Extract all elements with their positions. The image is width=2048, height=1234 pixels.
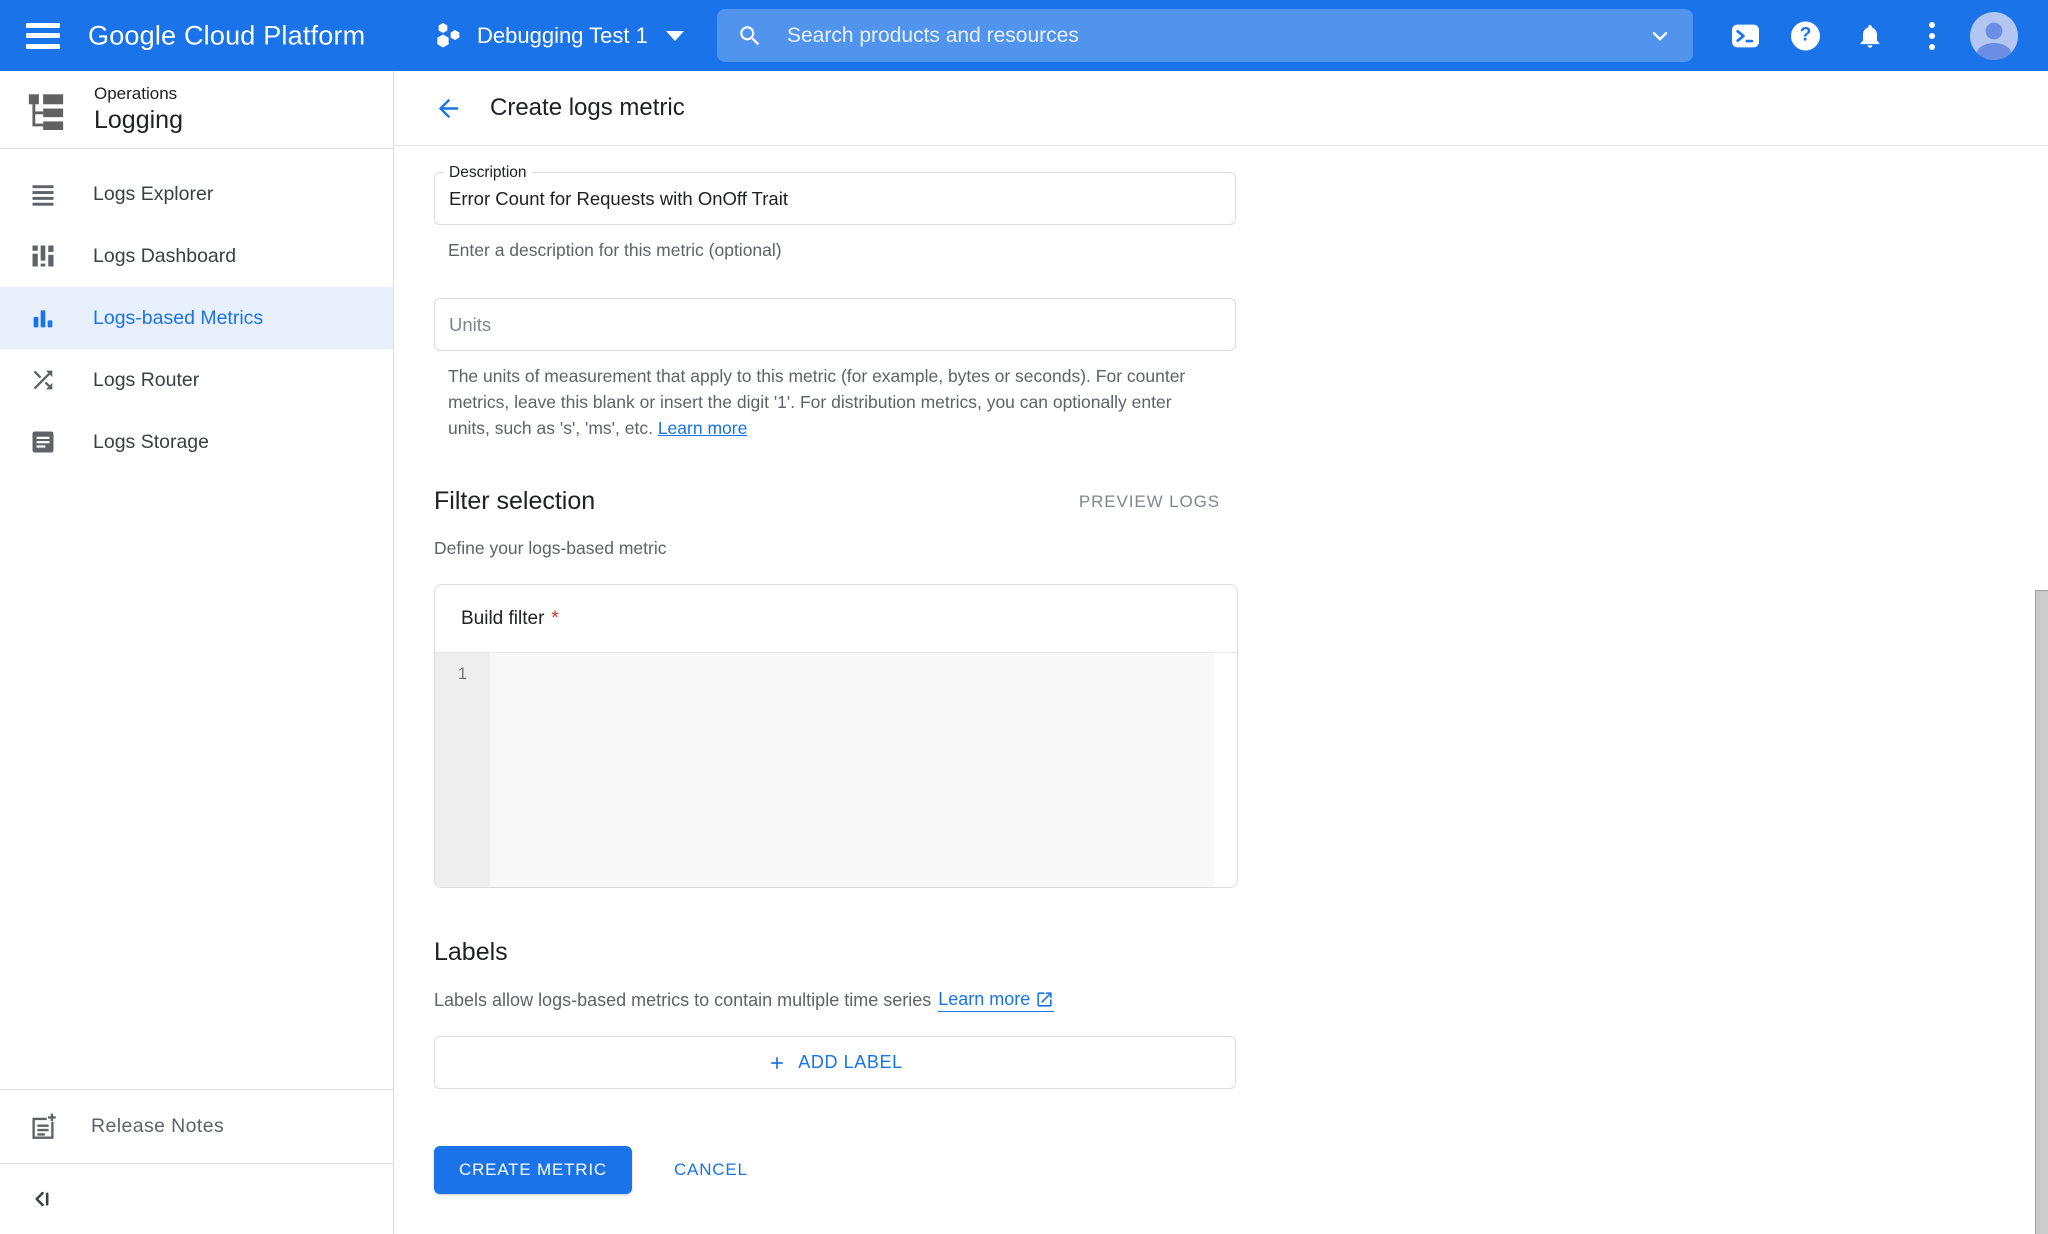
main-content: Create logs metric Description Enter a d… (394, 71, 2048, 1234)
external-link-icon (1035, 990, 1054, 1009)
editor-line-number: 1 (435, 665, 490, 684)
project-icon (433, 21, 463, 51)
sidebar-item-logs-storage[interactable]: Logs Storage (0, 411, 393, 473)
labels-description: Labels allow logs-based metrics to conta… (434, 989, 2048, 1012)
filter-selection-heading: Filter selection (434, 487, 595, 516)
app-header: Google Cloud Platform Debugging Test 1 S… (0, 0, 2048, 71)
logging-icon (26, 90, 66, 130)
logs-explorer-icon (28, 180, 58, 208)
vertical-scrollbar-thumb[interactable] (2035, 590, 2048, 1234)
page-header: Create logs metric (394, 71, 2048, 146)
project-name: Debugging Test 1 (477, 23, 648, 49)
sidebar-title: Logging (94, 106, 183, 135)
project-switcher[interactable]: Debugging Test 1 (433, 0, 684, 71)
hamburger-menu-icon[interactable] (26, 23, 60, 49)
units-input[interactable] (435, 299, 1235, 350)
description-helper-text: Enter a description for this metric (opt… (448, 237, 2048, 263)
sidebar-nav: Logs Explorer Logs Dashboard Logs-base (0, 149, 393, 473)
build-filter-header: Build filter * (435, 585, 1237, 653)
units-field (434, 298, 1236, 351)
editor-line-number-gutter: 1 (435, 653, 490, 887)
units-learn-more-link[interactable]: Learn more (658, 418, 748, 438)
editor-scroll-area (1214, 653, 1237, 887)
sidebar-item-logs-dashboard[interactable]: Logs Dashboard (0, 225, 393, 287)
labels-learn-more-link[interactable]: Learn more (938, 989, 1054, 1012)
collapse-sidebar-icon[interactable] (28, 1186, 54, 1212)
search-input[interactable]: Search products and resources (717, 9, 1693, 62)
create-metric-button[interactable]: CREATE METRIC (434, 1146, 632, 1194)
sidebar-item-logs-based-metrics[interactable]: Logs-based Metrics (0, 287, 393, 349)
sidebar-item-logs-explorer[interactable]: Logs Explorer (0, 163, 393, 225)
required-marker: * (551, 608, 558, 630)
add-label-button[interactable]: ADD LABEL (434, 1036, 1236, 1089)
logs-based-metrics-icon (28, 304, 58, 332)
description-field: Description (434, 172, 1236, 225)
plus-icon (767, 1053, 787, 1073)
project-caret-icon (666, 31, 684, 41)
sidebar-eyebrow: Operations (94, 84, 183, 104)
build-filter-editor[interactable] (490, 653, 1214, 887)
sidebar: Operations Logging Logs Explorer Log (0, 71, 394, 1234)
units-helper-text: The units of measurement that apply to t… (448, 363, 1204, 441)
build-filter-card: Build filter * 1 (434, 584, 1238, 888)
sidebar-item-logs-router[interactable]: Logs Router (0, 349, 393, 411)
sidebar-header: Operations Logging (0, 71, 393, 149)
search-icon (737, 23, 763, 49)
description-input[interactable] (435, 173, 1235, 224)
back-arrow-icon[interactable] (434, 94, 463, 123)
filter-subtitle: Define your logs-based metric (434, 538, 2048, 559)
more-vert-icon[interactable] (1929, 22, 1935, 50)
product-logo: Google Cloud Platform (88, 20, 365, 51)
release-notes-icon (28, 1112, 58, 1142)
logs-storage-icon (28, 428, 58, 456)
build-filter-label: Build filter (461, 608, 544, 630)
page-title: Create logs metric (490, 94, 685, 122)
preview-logs-button[interactable]: PREVIEW LOGS (1079, 492, 1220, 512)
cancel-button[interactable]: CANCEL (674, 1160, 748, 1180)
notifications-icon[interactable] (1856, 22, 1884, 50)
avatar[interactable] (1970, 12, 2018, 60)
help-icon[interactable]: ? (1791, 21, 1820, 50)
cloud-shell-icon[interactable] (1731, 23, 1760, 48)
logs-dashboard-icon (28, 242, 58, 270)
search-placeholder: Search products and resources (787, 24, 1647, 48)
logs-router-icon (28, 366, 58, 394)
labels-heading: Labels (434, 938, 2048, 967)
search-expand-chevron-icon[interactable] (1647, 23, 1673, 49)
sidebar-item-release-notes[interactable]: Release Notes (0, 1089, 393, 1164)
